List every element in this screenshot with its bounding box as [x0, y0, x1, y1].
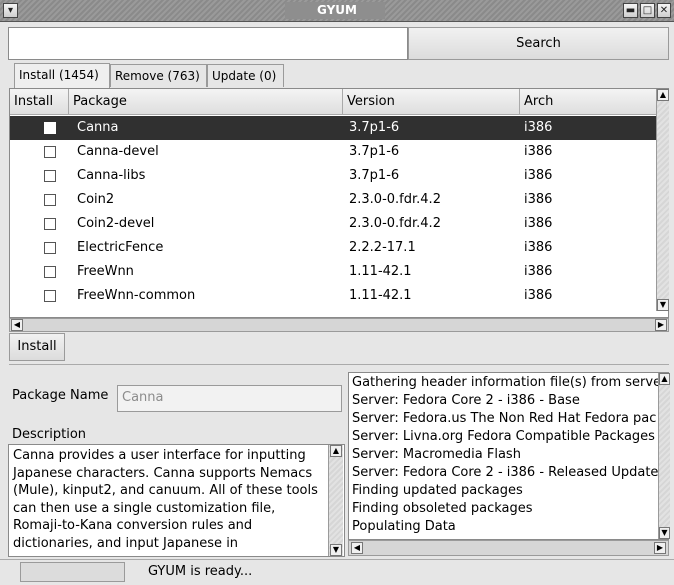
column-header-install[interactable]: Install [10, 89, 69, 115]
tab-update[interactable]: Update (0) [207, 64, 284, 87]
description-text: Canna provides a user interface for inpu… [13, 448, 318, 551]
package-arch: i386 [524, 216, 553, 231]
package-name-field[interactable]: Canna [117, 385, 342, 412]
package-name: Coin2 [77, 192, 115, 207]
log-line: Server: Fedora Core 2 - i386 - Released … [352, 465, 659, 480]
scroll-down-arrow-icon[interactable]: ▼ [330, 544, 342, 556]
package-version: 2.3.0-0.fdr.4.2 [349, 192, 441, 207]
package-arch: i386 [524, 264, 553, 279]
minimize-icon[interactable]: ▬ [623, 3, 638, 18]
scroll-left-arrow-icon[interactable]: ◀ [351, 542, 363, 554]
install-checkbox[interactable] [44, 122, 56, 134]
scroll-down-arrow-icon[interactable]: ▼ [659, 527, 670, 539]
package-version: 1.11-42.1 [349, 288, 412, 303]
title-bar[interactable]: ▾ GYUM ▬ □ ✕ [0, 0, 674, 22]
install-button[interactable]: Install [9, 333, 65, 361]
package-arch: i386 [524, 192, 553, 207]
log-vertical-scrollbar[interactable]: ▲ ▼ [658, 373, 670, 539]
column-header-arch[interactable]: Arch [520, 89, 657, 115]
package-version: 2.3.0-0.fdr.4.2 [349, 216, 441, 231]
search-button[interactable]: Search [408, 27, 669, 60]
package-version: 3.7p1-6 [349, 120, 400, 135]
table-row[interactable]: Canna-devel 3.7p1-6 i386 [10, 140, 657, 164]
log-horizontal-scrollbar[interactable]: ◀ ▶ [348, 540, 669, 556]
log-line: Server: Livna.org Fedora Compatible Pack… [352, 429, 655, 444]
package-name: Canna [77, 120, 119, 135]
log-line: Populating Data [352, 519, 456, 534]
scroll-down-arrow-icon[interactable]: ▼ [657, 299, 669, 311]
package-name: Canna-libs [77, 168, 146, 183]
install-checkbox[interactable] [44, 290, 56, 302]
column-header-version[interactable]: Version [343, 89, 520, 115]
description-vertical-scrollbar[interactable]: ▲ ▼ [328, 445, 343, 556]
scroll-left-arrow-icon[interactable]: ◀ [11, 319, 23, 331]
package-version: 2.2.2-17.1 [349, 240, 416, 255]
package-name: ElectricFence [77, 240, 164, 255]
package-name: FreeWnn [77, 264, 134, 279]
log-output[interactable]: Gathering header information file(s) fro… [348, 372, 669, 540]
scroll-up-arrow-icon[interactable]: ▲ [330, 445, 342, 457]
package-version: 3.7p1-6 [349, 144, 400, 159]
scroll-up-arrow-icon[interactable]: ▲ [659, 373, 670, 385]
table-horizontal-scrollbar[interactable]: ◀ ▶ [9, 318, 669, 332]
log-line: Server: Fedora.us The Non Red Hat Fedora… [352, 411, 657, 426]
tab-remove[interactable]: Remove (763) [110, 64, 207, 87]
column-header-package[interactable]: Package [69, 89, 343, 115]
tab-install[interactable]: Install (1454) [14, 63, 110, 88]
table-row[interactable]: ElectricFence 2.2.2-17.1 i386 [10, 236, 657, 260]
package-arch: i386 [524, 288, 553, 303]
package-version: 1.11-42.1 [349, 264, 412, 279]
table-row[interactable]: FreeWnn-common 1.11-42.1 i386 [10, 284, 657, 308]
table-row[interactable]: Coin2 2.3.0-0.fdr.4.2 i386 [10, 188, 657, 212]
log-line: Gathering header information file(s) fro… [352, 375, 669, 390]
close-icon[interactable]: ✕ [657, 3, 671, 18]
package-name: Canna-devel [77, 144, 159, 159]
log-line: Server: Fedora Core 2 - i386 - Base [352, 393, 580, 408]
package-name: FreeWnn-common [77, 288, 196, 303]
progress-bar [20, 562, 125, 582]
log-line: Finding obsoleted packages [352, 501, 533, 516]
package-arch: i386 [524, 240, 553, 255]
package-arch: i386 [524, 120, 553, 135]
window-title: GYUM [317, 3, 357, 17]
install-checkbox[interactable] [44, 266, 56, 278]
scroll-up-arrow-icon[interactable]: ▲ [657, 89, 669, 101]
install-checkbox[interactable] [44, 194, 56, 206]
package-name-label: Package Name [12, 388, 109, 403]
description-text-area[interactable]: Canna provides a user interface for inpu… [8, 444, 345, 557]
install-checkbox[interactable] [44, 170, 56, 182]
table-row[interactable]: Canna 3.7p1-6 i386 [10, 116, 657, 140]
package-arch: i386 [524, 168, 553, 183]
table-vertical-scrollbar[interactable]: ▲ ▼ [656, 89, 669, 311]
install-checkbox[interactable] [44, 146, 56, 158]
install-checkbox[interactable] [44, 242, 56, 254]
maximize-icon[interactable]: □ [640, 3, 655, 18]
package-table: Install Package Version Arch Canna 3.7p1… [9, 88, 669, 318]
pane-divider[interactable] [9, 364, 669, 370]
log-line: Finding updated packages [352, 483, 523, 498]
package-name: Coin2-devel [77, 216, 155, 231]
scroll-right-arrow-icon[interactable]: ▶ [655, 319, 667, 331]
scroll-right-arrow-icon[interactable]: ▶ [654, 542, 666, 554]
status-text: GYUM is ready... [148, 564, 253, 579]
log-line: Server: Macromedia Flash [352, 447, 521, 462]
search-input[interactable] [8, 27, 408, 60]
package-arch: i386 [524, 144, 553, 159]
description-label: Description [12, 427, 87, 442]
table-row[interactable]: Canna-libs 3.7p1-6 i386 [10, 164, 657, 188]
table-row[interactable]: FreeWnn 1.11-42.1 i386 [10, 260, 657, 284]
table-row[interactable]: Coin2-devel 2.3.0-0.fdr.4.2 i386 [10, 212, 657, 236]
package-version: 3.7p1-6 [349, 168, 400, 183]
install-checkbox[interactable] [44, 218, 56, 230]
